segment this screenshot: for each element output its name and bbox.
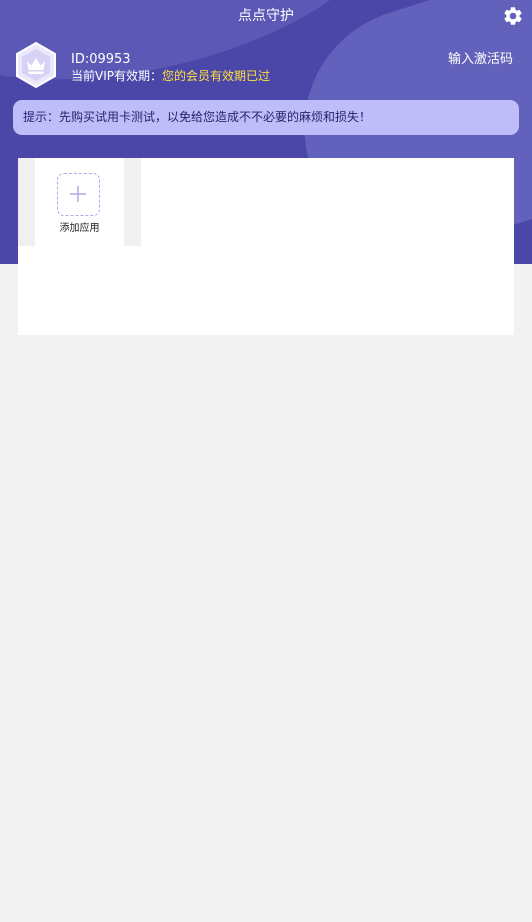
vip-expiry: 当前VIP有效期：您的会员有效期已过 xyxy=(71,68,270,85)
enter-activation-code-button[interactable]: 输入激活码 xyxy=(448,51,513,69)
vip-expiry-status: 您的会员有效期已过 xyxy=(162,69,271,83)
vip-expiry-label: 当前VIP有效期： xyxy=(71,69,162,83)
app-panel: 添加应用 xyxy=(18,158,514,335)
user-id: ID:09953 xyxy=(71,52,131,67)
crown-hexagon-icon xyxy=(16,41,56,89)
add-app-label: 添加应用 xyxy=(59,223,100,234)
plus-icon xyxy=(70,186,86,202)
add-app-box xyxy=(57,173,100,216)
gear-icon xyxy=(504,7,522,25)
settings-button[interactable] xyxy=(502,5,524,27)
add-app-button[interactable]: 添加应用 xyxy=(35,158,124,246)
avatar[interactable] xyxy=(15,41,57,89)
page-title: 点点守护 xyxy=(238,8,294,24)
notice-banner: 提示：先购买试用卡测试，以免给您造成不不必要的麻烦和损失！ xyxy=(13,100,519,135)
